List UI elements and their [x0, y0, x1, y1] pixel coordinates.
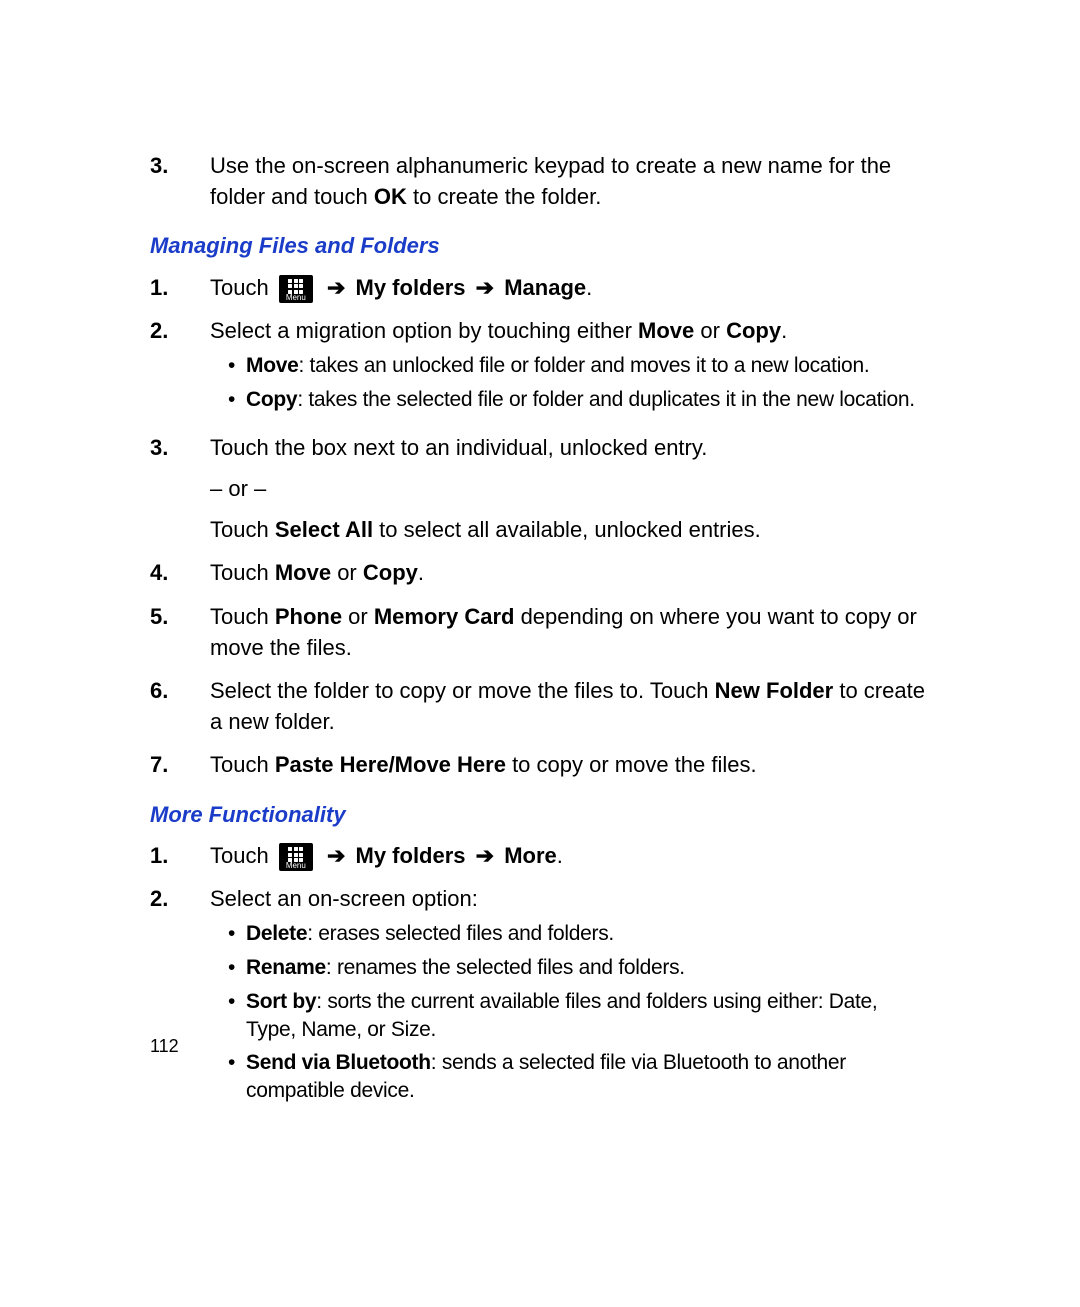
- bullet-bluetooth: Send via Bluetooth: sends a selected fil…: [228, 1049, 930, 1104]
- step-body: Touch Move or Copy.: [210, 557, 930, 588]
- bullet-bold: Copy: [246, 388, 297, 411]
- s1-step-6: 6. Select the folder to copy or move the…: [150, 675, 930, 737]
- step-number: 2.: [150, 315, 210, 346]
- bullet-text: : sorts the current available files and …: [246, 990, 877, 1041]
- bold-move: Move: [275, 560, 331, 585]
- bullet-text: : renames the selected files and folders…: [326, 956, 685, 979]
- bold-move: Move: [638, 318, 694, 343]
- step-body: Select a migration option by touching ei…: [210, 315, 930, 420]
- s1-step-5: 5. Touch Phone or Memory Card depending …: [150, 601, 930, 663]
- bullet-sortby: Sort by: sorts the current available fil…: [228, 988, 930, 1043]
- bold-selectall: Select All: [275, 517, 373, 542]
- text: Touch: [210, 843, 275, 868]
- step-body: Touch Paste Here/Move Here to copy or mo…: [210, 749, 930, 780]
- bullet-text: : erases selected files and folders.: [307, 922, 614, 945]
- step-body: Touch Phone or Memory Card depending on …: [210, 601, 930, 663]
- s1-step-7: 7. Touch Paste Here/Move Here to copy or…: [150, 749, 930, 780]
- step-number: 4.: [150, 557, 210, 588]
- bold-pastehere: Paste Here/Move Here: [275, 752, 506, 777]
- bullet-rename: Rename: renames the selected files and f…: [228, 954, 930, 982]
- step-number: 5.: [150, 601, 210, 632]
- step-body: Select an on-screen option: Delete: eras…: [210, 883, 930, 1111]
- text: or: [331, 560, 363, 585]
- text: .: [557, 843, 563, 868]
- path-more: More: [504, 843, 557, 868]
- path-manage: Manage: [504, 275, 586, 300]
- step-number: 2.: [150, 883, 210, 914]
- s1-step-2: 2. Select a migration option by touching…: [150, 315, 930, 420]
- bullet-bold: Delete: [246, 922, 307, 945]
- text: Touch: [210, 560, 275, 585]
- menu-icon: Menu: [279, 843, 313, 871]
- bold-copy: Copy: [363, 560, 418, 585]
- s1-step-4: 4. Touch Move or Copy.: [150, 557, 930, 588]
- bold-newfolder: New Folder: [715, 678, 834, 703]
- s1-step-1: 1. Touch Menu ➔ My folders ➔ Manage.: [150, 272, 930, 303]
- text: Select an on-screen option:: [210, 883, 930, 914]
- page-content: 3. Use the on-screen alphanumeric keypad…: [150, 150, 930, 1123]
- text: Touch: [210, 604, 275, 629]
- s2-step-2: 2. Select an on-screen option: Delete: e…: [150, 883, 930, 1111]
- text: to select all available, unlocked entrie…: [373, 517, 761, 542]
- icon-label: Menu: [279, 862, 313, 870]
- step-number: 3.: [150, 150, 210, 181]
- menu-icon: Menu: [279, 275, 313, 303]
- step-number: 7.: [150, 749, 210, 780]
- path-myfolders: My folders: [356, 843, 466, 868]
- text-or: – or –: [210, 473, 930, 504]
- text: Select a migration option by touching ei…: [210, 318, 638, 343]
- bullet-copy: Copy: takes the selected file or folder …: [228, 386, 930, 414]
- text: to create the folder.: [407, 184, 601, 209]
- step-number: 1.: [150, 840, 210, 871]
- page-number: 112: [150, 1036, 179, 1057]
- bold-copy: Copy: [726, 318, 781, 343]
- bullet-text: : takes the selected file or folder and …: [297, 388, 915, 411]
- step-body: Use the on-screen alphanumeric keypad to…: [210, 150, 930, 212]
- bold-phone: Phone: [275, 604, 342, 629]
- step-body: Select the folder to copy or move the fi…: [210, 675, 930, 737]
- s1-step-3: 3. Touch the box next to an individual, …: [150, 432, 930, 546]
- text: to copy or move the files.: [506, 752, 757, 777]
- step-body: Touch the box next to an individual, unl…: [210, 432, 930, 546]
- arrow-icon: ➔: [470, 275, 501, 300]
- step-body: Touch Menu ➔ My folders ➔ More.: [210, 840, 930, 871]
- step-number: 1.: [150, 272, 210, 303]
- text: Touch: [210, 275, 275, 300]
- document-page: 3. Use the on-screen alphanumeric keypad…: [0, 0, 1080, 1307]
- bullet-bold: Send via Bluetooth: [246, 1051, 431, 1074]
- text: Touch the box next to an individual, unl…: [210, 432, 930, 463]
- bullet-bold: Sort by: [246, 990, 316, 1013]
- bullet-text: : takes an unlocked file or folder and m…: [298, 354, 869, 377]
- s2-step-1: 1. Touch Menu ➔ My folders ➔ More.: [150, 840, 930, 871]
- text: .: [781, 318, 787, 343]
- text: Touch: [210, 517, 275, 542]
- text: Select the folder to copy or move the fi…: [210, 678, 715, 703]
- bullet-bold: Move: [246, 354, 298, 377]
- text: .: [418, 560, 424, 585]
- bullet-delete: Delete: erases selected files and folder…: [228, 920, 930, 948]
- bullet-bold: Rename: [246, 956, 326, 979]
- bullet-move: Move: takes an unlocked file or folder a…: [228, 352, 930, 380]
- text: or: [694, 318, 726, 343]
- intro-step-3: 3. Use the on-screen alphanumeric keypad…: [150, 150, 930, 212]
- text: or: [342, 604, 374, 629]
- arrow-icon: ➔: [470, 843, 501, 868]
- arrow-icon: ➔: [327, 275, 352, 300]
- arrow-icon: ➔: [327, 843, 352, 868]
- icon-label: Menu: [279, 294, 313, 302]
- path-myfolders: My folders: [356, 275, 466, 300]
- section-heading-managing: Managing Files and Folders: [150, 230, 930, 261]
- bold-memorycard: Memory Card: [374, 604, 515, 629]
- text: Touch: [210, 752, 275, 777]
- bold-ok: OK: [374, 184, 407, 209]
- step-number: 3.: [150, 432, 210, 463]
- step-body: Touch Menu ➔ My folders ➔ Manage.: [210, 272, 930, 303]
- step-number: 6.: [150, 675, 210, 706]
- text: .: [586, 275, 592, 300]
- section-heading-more: More Functionality: [150, 799, 930, 830]
